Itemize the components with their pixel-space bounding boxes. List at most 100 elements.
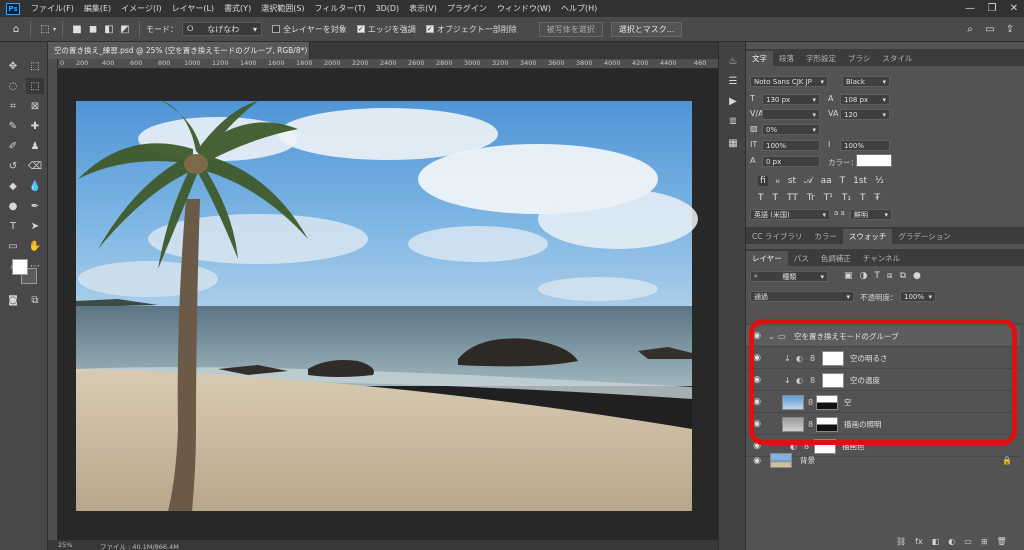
filter-toggle-icon[interactable]: ● [913, 271, 921, 281]
tab-brush[interactable]: ブラシ [842, 51, 876, 66]
menu-select[interactable]: 選択範囲(S) [256, 3, 309, 14]
strikethrough-icon[interactable]: Ŧ [874, 193, 880, 203]
home-icon[interactable]: ⌂ [8, 21, 24, 37]
select-and-mask-button[interactable]: 選択とマスク... [610, 21, 683, 37]
opacity-field[interactable]: 100% ▾ [900, 291, 936, 302]
glyphs-panel-icon[interactable]: ▦ [725, 138, 741, 152]
pixel-filter-icon[interactable]: ▣ [844, 271, 853, 281]
swash-icon[interactable]: 𝒜 [804, 176, 813, 186]
subscript-icon[interactable]: T₁ [842, 193, 851, 203]
workspace-icon[interactable]: ▭ [982, 21, 998, 37]
discretionary-icon[interactable]: ℴ [776, 176, 780, 186]
tab-character[interactable]: 文字 [746, 51, 773, 66]
eye-icon[interactable]: ◉ [752, 456, 762, 466]
blur-tool-icon[interactable]: 💧 [26, 178, 44, 194]
menu-image[interactable]: イメージ(I) [116, 3, 166, 14]
dodge-tool-icon[interactable]: ● [4, 198, 22, 214]
object-select-tool-icon[interactable]: ⬚ [37, 21, 53, 37]
horizontal-scale-field[interactable]: 100% [840, 140, 890, 151]
eraser-tool-icon[interactable]: ⌫ [26, 158, 44, 174]
tab-layers[interactable]: レイヤー [746, 251, 788, 266]
tab-color[interactable]: カラー [808, 229, 843, 244]
crop-tool-icon[interactable]: ⌗ [4, 98, 22, 114]
quick-mask-icon[interactable]: ◙ [4, 292, 22, 308]
antialias-select[interactable]: 鮮明 ▾ [850, 209, 892, 220]
move-tool-icon[interactable]: ✥ [4, 58, 22, 74]
superscript-icon[interactable]: T¹ [824, 193, 833, 203]
document-tab[interactable]: 空の置き換え_練習.psd @ 25% (空を置き換えモードのグループ, RGB… [48, 42, 310, 59]
object-subtract-checkbox[interactable]: ✓ オブジェクト一部削除 [425, 24, 517, 35]
new-layer-icon[interactable]: ⊞ [981, 537, 988, 546]
font-style-select[interactable]: Black ▾ [842, 76, 890, 87]
object-selection-tool-icon[interactable]: ⬚ [26, 78, 44, 94]
enhance-edge-checkbox[interactable]: ✓ エッジを強調 [356, 24, 416, 35]
tab-glyph-settings[interactable]: 字形設定 [800, 51, 842, 66]
language-select[interactable]: 英語 (米国) ▾ [750, 209, 830, 220]
fraction-icon[interactable]: ½ [875, 176, 884, 186]
healing-brush-tool-icon[interactable]: ✚ [26, 118, 44, 134]
type-filter-icon[interactable]: T [874, 271, 880, 281]
tab-channels[interactable]: チャンネル [857, 251, 906, 266]
menu-window[interactable]: ウィンドウ(W) [492, 3, 556, 14]
smart-object-filter-icon[interactable]: ⧉ [900, 271, 906, 281]
font-family-select[interactable]: Noto Sans CJK JP ▾ [750, 76, 828, 87]
text-color-swatch[interactable] [856, 154, 892, 167]
search-icon[interactable]: ⌕ [962, 21, 978, 37]
add-mask-icon[interactable]: ◧ [932, 537, 940, 546]
kerning-field[interactable]: ▾ [762, 109, 820, 120]
tracking-field[interactable]: 120 ▾ [840, 109, 890, 120]
history-brush-tool-icon[interactable]: ↺ [4, 158, 22, 174]
tab-paths[interactable]: パス [788, 251, 815, 266]
tab-gradients[interactable]: グラデーション [892, 229, 956, 244]
titling-icon[interactable]: T [840, 176, 846, 186]
pen-tool-icon[interactable]: ✒ [26, 198, 44, 214]
alternate-icon[interactable]: aa [821, 176, 832, 186]
small-caps-icon[interactable]: Tr [807, 193, 815, 203]
layer-row-background[interactable]: ◉ 背景 🔒 [746, 450, 1020, 471]
tab-swatches[interactable]: スウォッチ [842, 229, 893, 244]
menu-3d[interactable]: 3D(D) [371, 4, 405, 13]
menu-help[interactable]: ヘルプ(H) [556, 3, 602, 14]
select-subject-button[interactable]: 被写体を選択 [538, 21, 603, 37]
subtract-selection-icon[interactable]: ◧ [101, 21, 117, 37]
marquee-tool-icon[interactable]: ⬚ [26, 58, 44, 74]
tab-paragraph[interactable]: 段落 [773, 51, 800, 66]
tab-style[interactable]: スタイル [876, 51, 918, 66]
adjustment-filter-icon[interactable]: ◑ [860, 271, 868, 281]
menu-filter[interactable]: フィルター(T) [310, 3, 371, 14]
actions-panel-icon[interactable]: ▶ [725, 96, 741, 110]
faux-bold-icon[interactable]: T [758, 193, 764, 203]
menu-edit[interactable]: 編集(E) [79, 3, 116, 14]
screen-mode-icon[interactable]: ⧉ [26, 292, 44, 308]
zoom-level[interactable]: 25% [58, 541, 72, 549]
brush-tool-icon[interactable]: ✐ [4, 138, 22, 154]
baseline-shift-field[interactable]: 0 px [762, 156, 820, 167]
layer-kind-filter[interactable]: ⌕ 種類 ▾ [750, 271, 828, 282]
menu-type[interactable]: 書式(Y) [219, 3, 256, 14]
menu-view[interactable]: 表示(V) [404, 3, 442, 14]
history-panel-icon[interactable]: ♨ [725, 56, 741, 70]
adjustments-panel-icon[interactable]: ☰ [725, 76, 741, 90]
menu-layer[interactable]: レイヤー(L) [167, 3, 219, 14]
new-adjustment-icon[interactable]: ◐ [948, 537, 955, 546]
mode-select[interactable]: ⭘ なげなわ ▾ [182, 22, 263, 36]
ordinal-icon[interactable]: 1st [853, 176, 867, 186]
new-group-icon[interactable]: ▭ [964, 537, 972, 546]
add-selection-icon[interactable]: ◼ [85, 21, 101, 37]
tab-cc-libraries[interactable]: CC ライブラリ [746, 229, 808, 244]
link-layers-icon[interactable]: ⛓ [896, 537, 906, 546]
properties-panel-icon[interactable]: ≣ [725, 116, 741, 130]
lasso-tool-icon[interactable]: ◌ [4, 78, 22, 94]
close-button[interactable]: ✕ [1004, 0, 1024, 17]
new-selection-icon[interactable]: ■ [69, 21, 85, 37]
path-selection-tool-icon[interactable]: ➤ [26, 218, 44, 234]
frame-tool-icon[interactable]: ⊠ [26, 98, 44, 114]
foreground-color-swatch[interactable] [12, 259, 28, 275]
underline-icon[interactable]: T [860, 193, 866, 203]
blend-mode-select[interactable]: 通過 ▾ [750, 291, 854, 302]
share-icon[interactable]: ⇪ [1002, 21, 1018, 37]
chevron-down-icon[interactable]: ▾ [53, 26, 56, 33]
eyedropper-tool-icon[interactable]: ✎ [4, 118, 22, 134]
all-caps-icon[interactable]: TT [787, 193, 798, 203]
shape-filter-icon[interactable]: ⧈ [887, 271, 893, 281]
